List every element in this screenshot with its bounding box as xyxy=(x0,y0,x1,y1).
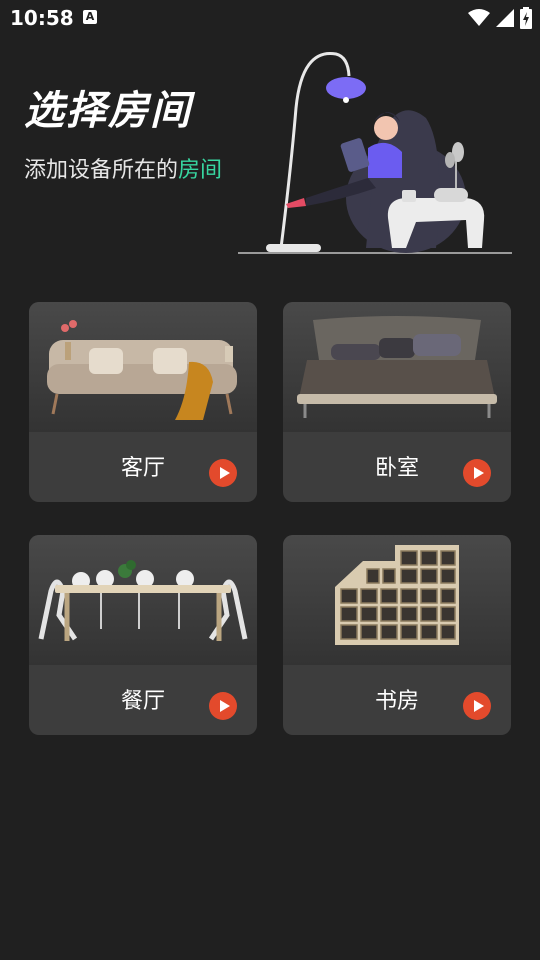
page-subtitle: 添加设备所在的房间 xyxy=(24,152,222,184)
subtitle-highlight: 房间 xyxy=(178,158,223,183)
status-time: 10:58 xyxy=(10,6,74,30)
room-card-living-room[interactable]: 客厅 xyxy=(29,302,257,502)
battery-icon xyxy=(520,7,532,29)
sofa-image xyxy=(29,302,257,432)
room-card-bedroom[interactable]: 卧室 xyxy=(283,302,511,502)
status-icons xyxy=(468,7,532,29)
play-icon[interactable] xyxy=(463,459,491,487)
dining-table-image xyxy=(29,535,257,665)
reading-woman-illustration xyxy=(238,51,512,254)
wifi-icon xyxy=(468,9,490,26)
bed-image xyxy=(283,302,511,432)
bookshelf-image xyxy=(283,535,511,665)
play-icon[interactable] xyxy=(463,692,491,720)
play-icon[interactable] xyxy=(209,459,237,487)
room-card-dining-room[interactable]: 餐厅 xyxy=(29,535,257,735)
notification-a-icon: A xyxy=(83,10,97,24)
subtitle-text: 添加设备所在的 xyxy=(24,158,179,183)
room-card-study[interactable]: 书房 xyxy=(283,535,511,735)
status-bar: 10:58 A xyxy=(0,0,540,36)
signal-icon xyxy=(496,9,514,27)
play-icon[interactable] xyxy=(209,692,237,720)
page-title: 选择房间 xyxy=(24,88,192,134)
